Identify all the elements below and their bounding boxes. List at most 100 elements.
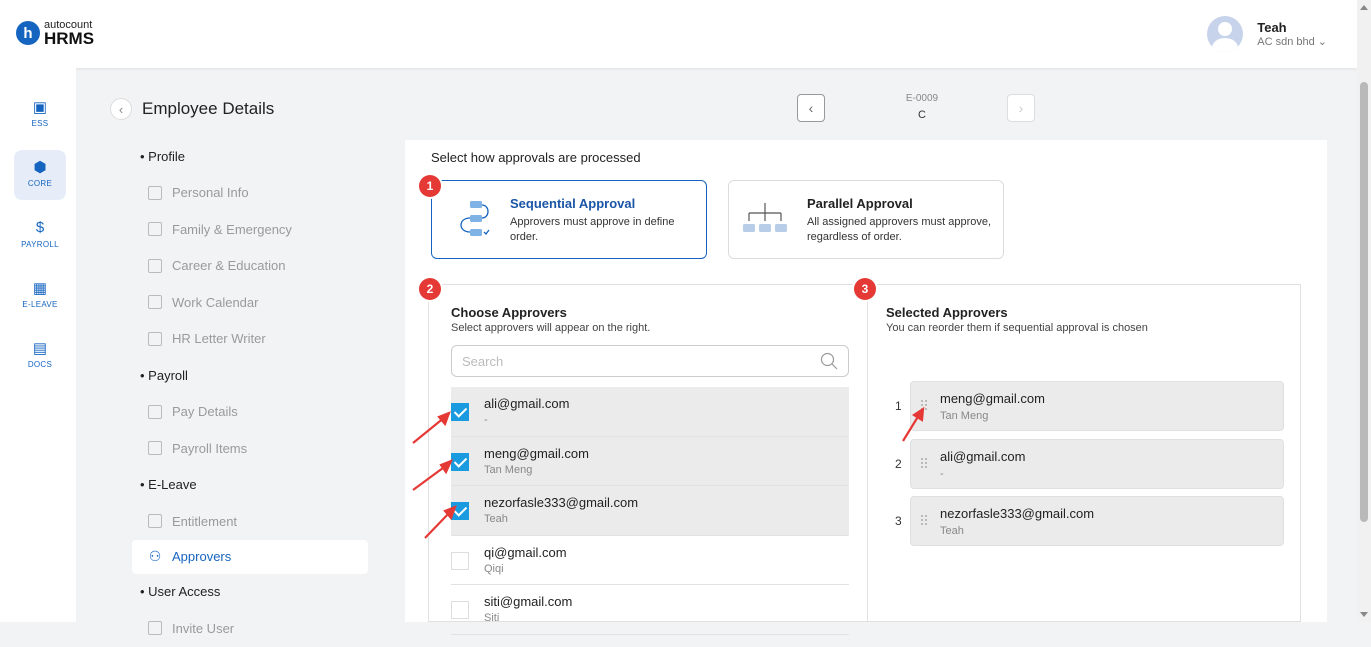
- drag-handle-icon[interactable]: [921, 457, 929, 470]
- docs-icon: ▤: [32, 340, 48, 357]
- approver-checkbox[interactable]: [451, 601, 469, 619]
- list-item[interactable]: meng@gmail.com Tan Meng: [451, 436, 849, 486]
- payroll-icon: $: [35, 219, 45, 236]
- calendar-icon: [148, 295, 162, 310]
- option-description: Approvers must approve in define order.: [510, 216, 675, 243]
- annotation-arrows: [412, 411, 457, 539]
- panel-subtitle: Select approvers will appear on the righ…: [451, 322, 651, 334]
- menu-item-approvers[interactable]: ⚇ Approvers: [132, 539, 368, 574]
- list-item[interactable]: siti@gmail.com Siti: [451, 585, 849, 635]
- menu-section-user-access: • User Access: [140, 584, 221, 600]
- nav-docs[interactable]: ▤ DOCS: [14, 331, 66, 381]
- menu-item-hr-letter[interactable]: HR Letter Writer: [132, 321, 368, 358]
- nav-label: ESS: [31, 119, 49, 128]
- approver-name: Tan Meng: [940, 410, 989, 422]
- menu-item-entitlement[interactable]: Entitlement: [132, 503, 368, 540]
- option-title: Sequential Approval: [510, 196, 636, 211]
- section-label: User Access: [148, 584, 221, 600]
- menu-item-label: Family & Emergency: [172, 221, 292, 237]
- next-employee-button[interactable]: ›: [1007, 94, 1035, 122]
- parallel-approval-option[interactable]: Parallel Approval All assigned approvers…: [728, 180, 1004, 259]
- back-button[interactable]: ‹: [110, 98, 132, 120]
- approver-name: Tan Meng: [484, 463, 533, 476]
- user-check-icon: ⚇: [148, 548, 162, 564]
- user-menu[interactable]: Teah AC sdn bhd ⌄: [1207, 16, 1327, 52]
- scroll-down-icon[interactable]: [1360, 612, 1368, 617]
- step-badge-2: 2: [419, 278, 441, 300]
- menu-item-label: Personal Info: [172, 185, 249, 201]
- section-label: Profile: [148, 148, 186, 164]
- menu-item-label: HR Letter Writer: [172, 331, 266, 347]
- menu-list: • Profile Personal Info Family & Emergen…: [132, 138, 368, 647]
- letter-icon: [148, 331, 162, 346]
- app-logo[interactable]: h autocount HRMS: [16, 20, 95, 48]
- menu-item-label: Pay Details: [172, 404, 238, 420]
- search-input[interactable]: Search: [451, 345, 849, 377]
- avatar[interactable]: [1207, 16, 1244, 52]
- approver-email: ali@gmail.com: [940, 448, 1026, 464]
- employee-navigator: ‹ E-0009 C ›: [797, 93, 1037, 125]
- approver-name: Teah: [940, 525, 964, 537]
- menu-item-payroll-items[interactable]: Payroll Items: [132, 430, 368, 467]
- menu-item-invite[interactable]: Invite User: [132, 610, 368, 647]
- menu-item-label: Entitlement: [172, 513, 238, 529]
- menu-item-family[interactable]: Family & Emergency: [132, 211, 368, 248]
- search-placeholder: Search: [462, 354, 504, 369]
- approval-instruction: Select how approvals are processed: [431, 150, 641, 165]
- approvers-panel: Select how approvals are processed 1 Seq…: [405, 140, 1327, 635]
- logo-mark: h: [16, 21, 40, 45]
- nav-label: CORE: [27, 179, 53, 188]
- sequential-icon: [460, 201, 490, 236]
- approver-checkbox[interactable]: [451, 551, 469, 570]
- selected-approver-list: 1 meng@gmail.com Tan Meng 2 ali@gmail.co…: [890, 381, 1284, 554]
- list-item: 3 nezorfasle333@gmail.com Teah: [890, 496, 1284, 554]
- scroll-thumb[interactable]: [1360, 82, 1368, 522]
- option-description: All assigned approvers must approve, reg…: [807, 216, 992, 243]
- top-bar: h autocount HRMS Teah AC sdn bhd ⌄: [0, 0, 1357, 68]
- list-item[interactable]: nezorfasle333@gmail.com Teah: [451, 486, 849, 536]
- nav-eleave[interactable]: ▦ E-LEAVE: [14, 271, 66, 321]
- menu-item-label: Work Calendar: [172, 294, 259, 310]
- approver-name: -: [484, 414, 488, 426]
- step-badge-3: 3: [854, 278, 876, 300]
- order-number: 3: [895, 514, 902, 528]
- nav-label: PAYROLL: [21, 240, 59, 249]
- menu-item-career[interactable]: Career & Education: [132, 248, 368, 285]
- list-item[interactable]: qi@gmail.com Qiqi: [451, 536, 849, 585]
- approver-email: ali@gmail.com: [484, 396, 570, 411]
- choose-approvers-panel: Choose Approvers Select approvers will a…: [428, 284, 868, 635]
- search-icon: [820, 352, 838, 370]
- approver-email: siti@gmail.com: [484, 594, 573, 609]
- panel-title: Choose Approvers: [451, 305, 567, 320]
- menu-item-work-calendar[interactable]: Work Calendar: [132, 284, 368, 321]
- selected-approvers-panel: Selected Approvers You can reorder them …: [867, 284, 1301, 622]
- approver-email: qi@gmail.com: [484, 544, 567, 560]
- option-title: Parallel Approval: [807, 196, 913, 211]
- employee-code: E-0009: [905, 93, 939, 104]
- menu-item-pay-details[interactable]: Pay Details: [132, 394, 368, 431]
- nav-ess[interactable]: ▣ ESS: [14, 90, 66, 140]
- scroll-up-icon[interactable]: [1360, 5, 1368, 10]
- prev-employee-button[interactable]: ‹: [797, 94, 825, 122]
- briefcase-icon: [148, 258, 162, 273]
- list-item[interactable]: ali@gmail.com -: [451, 387, 849, 437]
- nav-payroll[interactable]: $ PAYROLL: [14, 211, 66, 261]
- family-icon: [148, 222, 162, 237]
- menu-item-personal-info[interactable]: Personal Info: [132, 175, 368, 212]
- drag-handle-icon[interactable]: [921, 515, 929, 527]
- sequential-approval-option[interactable]: Sequential Approval Approvers must appro…: [431, 180, 707, 259]
- selected-approver-card[interactable]: ali@gmail.com -: [910, 438, 1284, 489]
- nav-label: DOCS: [27, 360, 53, 369]
- logo-bottom-text: HRMS: [44, 29, 95, 48]
- parallel-icon: [743, 203, 787, 232]
- nav-core[interactable]: ⬢ CORE: [14, 150, 66, 200]
- selected-approver-card[interactable]: meng@gmail.com Tan Meng: [910, 381, 1284, 431]
- selected-approver-card[interactable]: nezorfasle333@gmail.com Teah: [910, 496, 1284, 546]
- menu-item-label: Approvers: [172, 549, 232, 564]
- page-title: Employee Details: [142, 99, 275, 118]
- page-scrollbar[interactable]: [1357, 0, 1371, 622]
- annotation-arrow: [902, 406, 925, 442]
- list-item: 1 meng@gmail.com Tan Meng: [890, 381, 1284, 439]
- company-selector[interactable]: AC sdn bhd ⌄: [1257, 35, 1327, 48]
- menu-item-label: Payroll Items: [172, 440, 248, 456]
